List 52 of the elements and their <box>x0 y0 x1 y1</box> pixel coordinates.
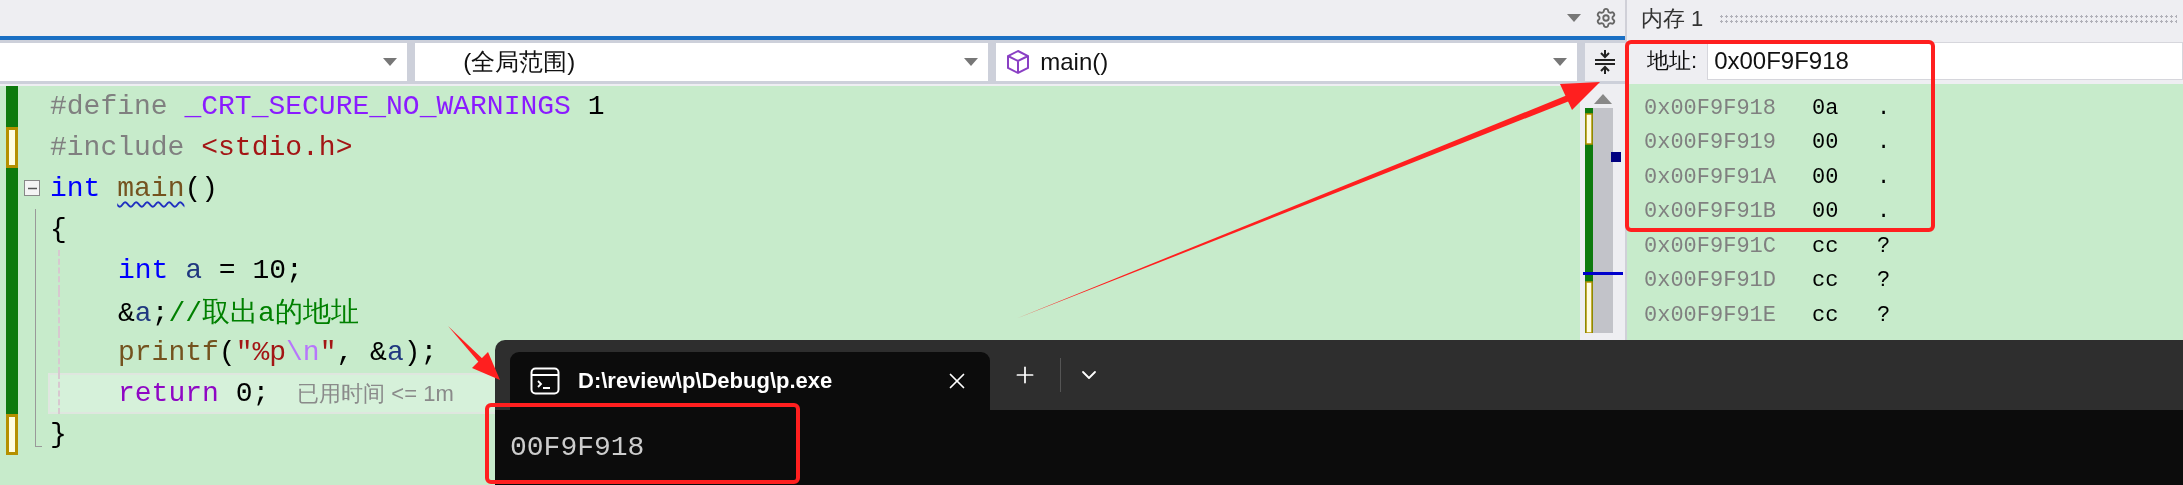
terminal-tab[interactable]: D:\review\p\Debug\p.exe <box>510 352 990 410</box>
code-line: int main() <box>50 173 219 204</box>
code-line: #include <stdio.h> <box>50 132 353 163</box>
memory-value: cc <box>1812 302 1840 328</box>
code-line: { <box>50 214 67 245</box>
dropdown-caret-icon[interactable] <box>1567 14 1581 22</box>
code-line: &a;//取出a的地址 <box>118 296 359 331</box>
dropdown-caret-icon <box>383 58 398 66</box>
settings-icon[interactable] <box>1595 7 1617 29</box>
memory-value: cc <box>1812 268 1840 294</box>
elapsed-time-hint: 已用时间 <= 1m <box>297 379 454 408</box>
code-line: return 0; <box>118 378 270 409</box>
split-button[interactable] <box>1585 43 1625 81</box>
memory-address: 0x00F9F919 <box>1644 130 1778 156</box>
memory-char: . <box>1877 130 1892 156</box>
memory-value: cc <box>1812 233 1840 259</box>
memory-value: 00 <box>1812 164 1840 190</box>
memory-value: 0a <box>1812 95 1840 121</box>
console-icon <box>530 367 560 395</box>
memory-address: 0x00F9F91A <box>1644 164 1778 190</box>
grip-handle[interactable] <box>1719 14 2177 24</box>
memory-char: . <box>1877 199 1892 225</box>
memory-value: 00 <box>1812 199 1840 225</box>
code-line: int a = 10; <box>118 255 303 286</box>
memory-char: ? <box>1877 268 1892 294</box>
memory-address: 0x00F9F918 <box>1644 95 1778 121</box>
field-label: 地址: <box>1647 47 1698 75</box>
scroll-up-icon[interactable] <box>1593 94 1612 104</box>
code-line: } <box>50 419 67 450</box>
memory-char: ? <box>1877 233 1892 259</box>
code-line: printf("%p\n", &a); <box>118 337 438 368</box>
arrow <box>448 326 500 380</box>
dropdown-caret-icon <box>964 58 979 66</box>
dropdown[interactable]: (全局范围) <box>415 43 989 81</box>
dropdown-caret-icon <box>1553 58 1568 66</box>
terminal-output: 00F9F918 <box>510 432 645 463</box>
memory-char: ? <box>1877 302 1892 328</box>
memory-char: . <box>1877 164 1892 190</box>
panel-title: 内存 1 <box>1641 5 1704 33</box>
scrollbar-overview-drawing[interactable] <box>1582 108 1623 333</box>
code-line: #define _CRT_SECURE_NO_WARNINGS 1 <box>50 91 605 122</box>
collapse-icon[interactable] <box>24 180 40 196</box>
split-icon <box>1594 49 1617 75</box>
memory-address: 0x00F9F91B <box>1644 199 1778 225</box>
memory-value: 00 <box>1812 130 1840 156</box>
memory-address: 0x00F9F91E <box>1644 302 1778 328</box>
memory-char: . <box>1877 95 1892 121</box>
memory-address: 0x00F9F91C <box>1644 233 1778 259</box>
address-field[interactable]: 0x00F9F918 <box>1707 42 2183 80</box>
memory-address: 0x00F9F91D <box>1644 268 1778 294</box>
dropdown[interactable]: main() <box>996 43 1578 81</box>
cube-icon <box>1006 49 1031 75</box>
